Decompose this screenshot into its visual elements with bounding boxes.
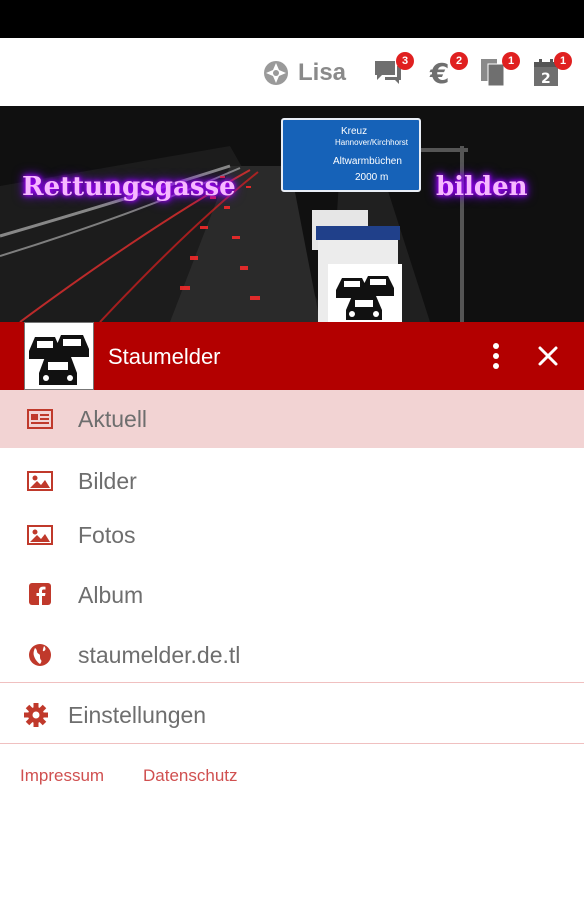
- menu-item-label: Fotos: [78, 522, 136, 548]
- user-profile[interactable]: Lisa: [262, 58, 346, 88]
- euro-badge: 2: [450, 52, 468, 70]
- messages-badge: 3: [396, 52, 414, 70]
- pages-badge: 1: [502, 52, 520, 70]
- header-banner-image: Kreuz Hannover/Kirchhorst Altwarmbüchen …: [0, 106, 584, 322]
- highway-sign: Kreuz Hannover/Kirchhorst Altwarmbüchen …: [281, 118, 421, 192]
- close-icon[interactable]: [534, 342, 562, 370]
- app-title: Staumelder: [108, 344, 221, 369]
- sign-line-1: Kreuz: [341, 126, 368, 137]
- banner-text-left: Rettungsgasse: [22, 172, 236, 202]
- calendar-button[interactable]: 2 1: [530, 52, 572, 90]
- menu-divider: [0, 682, 584, 683]
- menu-item-label: staumelder.de.tl: [78, 642, 241, 668]
- sign-line-2: Hannover/Kirchhorst: [335, 138, 408, 147]
- banner-text-right: bilden: [436, 172, 528, 202]
- menu-item-label: Einstellungen: [68, 702, 207, 728]
- app-logo: [24, 322, 94, 390]
- image-icon: [27, 525, 53, 545]
- sign-line-3: Altwarmbüchen: [333, 156, 402, 167]
- menu-item-fotos[interactable]: Fotos: [0, 506, 584, 564]
- menu-item-label: Album: [78, 582, 144, 608]
- euro-button[interactable]: € 2: [426, 52, 468, 90]
- svg-text:€: €: [429, 57, 449, 88]
- datenschutz-link[interactable]: Datenschutz: [143, 766, 238, 786]
- messages-button[interactable]: 3: [372, 52, 414, 90]
- more-vert-icon[interactable]: [486, 342, 506, 370]
- sign-line-4: 2000 m: [355, 172, 389, 183]
- svg-text:2: 2: [541, 71, 551, 87]
- gear-icon: [24, 703, 48, 727]
- menu-item-label: Bilder: [78, 468, 137, 494]
- pages-button[interactable]: 1: [478, 52, 520, 90]
- facebook-icon: [29, 583, 51, 605]
- menu-item-website[interactable]: staumelder.de.tl: [0, 626, 584, 684]
- image-icon: [27, 471, 53, 491]
- menu-item-album[interactable]: Album: [0, 566, 584, 624]
- app-header: Staumelder: [0, 322, 584, 390]
- user-name: Lisa: [298, 59, 347, 86]
- traffic-jam-icon: [29, 335, 89, 385]
- menu-item-aktuell[interactable]: Aktuell: [0, 390, 584, 448]
- settings-divider: [0, 743, 584, 744]
- impressum-link[interactable]: Impressum: [20, 766, 104, 786]
- menu-item-einstellungen[interactable]: Einstellungen: [0, 686, 584, 744]
- menu-item-bilder[interactable]: Bilder: [0, 452, 584, 510]
- user-status-icon: [264, 61, 288, 85]
- traffic-jam-badge-icon: [328, 264, 402, 322]
- top-bar: Lisa 3 € 2 1 2 1: [0, 38, 584, 107]
- globe-icon: [29, 644, 51, 666]
- menu-item-label: Aktuell: [78, 406, 148, 432]
- status-bar: [0, 0, 584, 38]
- newspaper-icon: [27, 409, 53, 429]
- calendar-badge: 1: [554, 52, 572, 70]
